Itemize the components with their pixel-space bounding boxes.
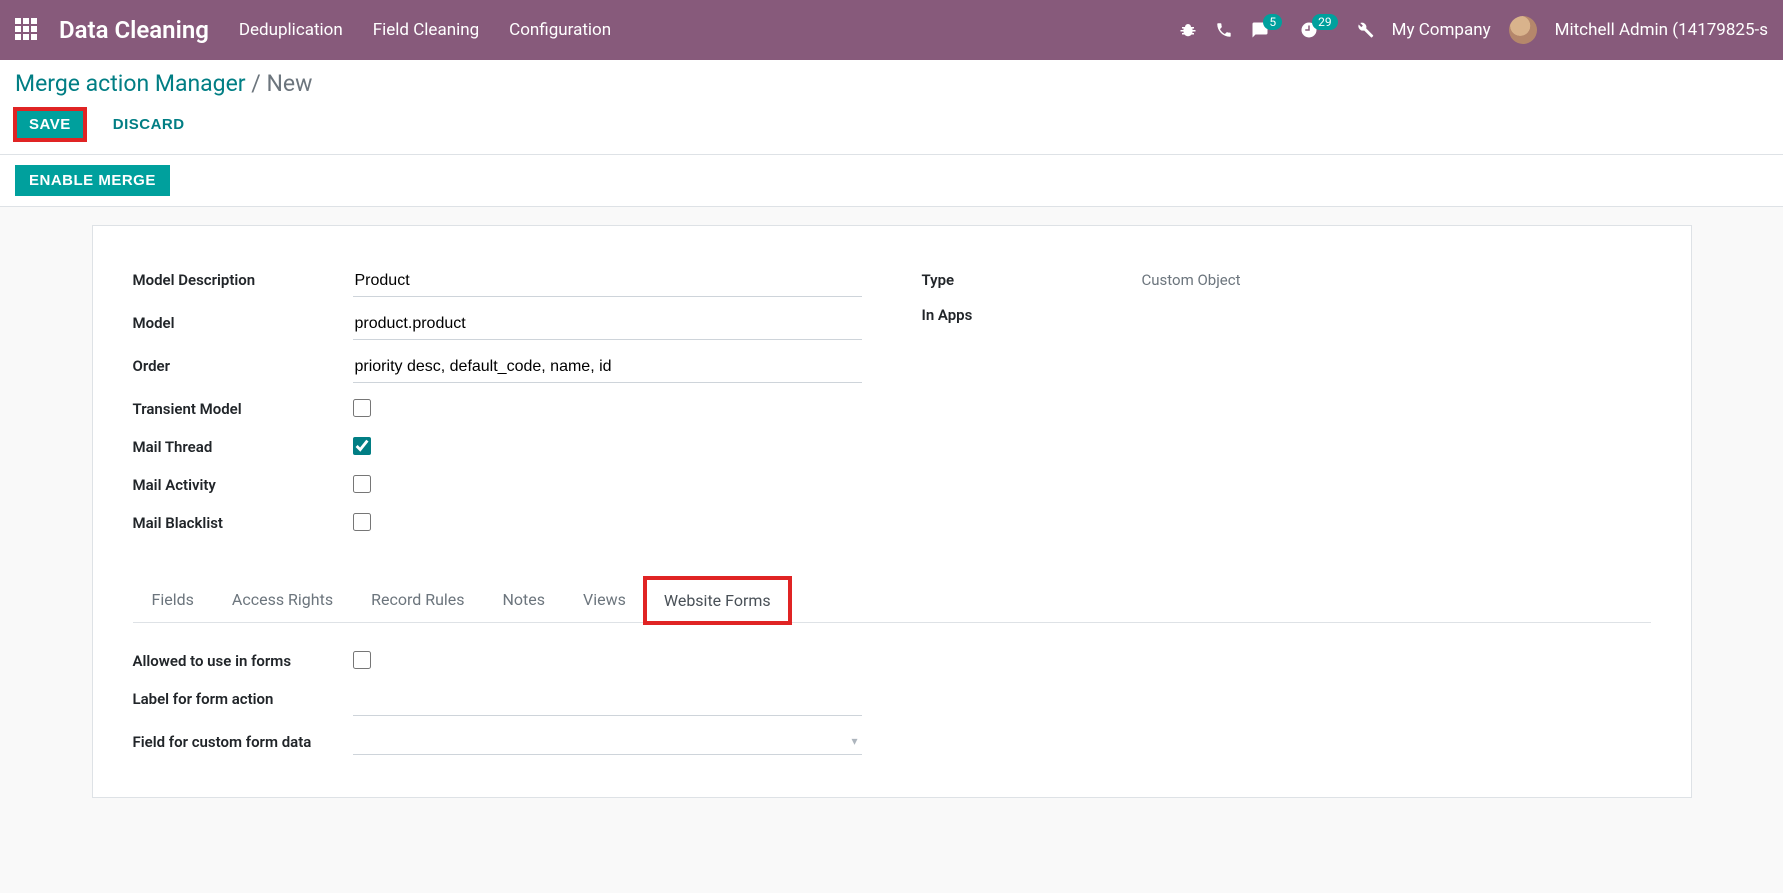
label-in-apps: In Apps — [922, 301, 1142, 324]
systray: 5 29 My Company Mitchell Admin (14179825… — [1179, 16, 1768, 44]
activities-icon[interactable]: 29 — [1300, 21, 1338, 39]
nav-field-cleaning[interactable]: Field Cleaning — [373, 20, 479, 40]
breadcrumb-root[interactable]: Merge action Manager — [15, 70, 246, 97]
tab-website-forms[interactable]: Website Forms — [645, 578, 790, 623]
input-order[interactable] — [353, 352, 862, 383]
label-field-custom-data: Field for custom form data — [133, 728, 353, 751]
tab-record-rules[interactable]: Record Rules — [352, 577, 483, 622]
save-button[interactable]: SAVE — [15, 109, 85, 140]
breadcrumb-current: New — [266, 70, 312, 97]
discard-button[interactable]: DISCARD — [99, 109, 199, 140]
nav-deduplication[interactable]: Deduplication — [239, 20, 343, 40]
tab-content-website-forms: Allowed to use in forms Label for form a… — [133, 623, 1651, 767]
messages-badge: 5 — [1263, 14, 1282, 30]
tabs: Fields Access Rights Record Rules Notes … — [133, 577, 1651, 623]
label-type: Type — [922, 266, 1142, 289]
tab-access-rights[interactable]: Access Rights — [213, 577, 352, 622]
enable-merge-button[interactable]: ENABLE MERGE — [15, 165, 170, 196]
checkbox-mail-blacklist[interactable] — [353, 513, 371, 531]
tools-icon[interactable] — [1356, 21, 1374, 39]
form-right-column: Type Custom Object In Apps — [922, 266, 1651, 547]
control-panel: Merge action Manager / New SAVE DISCARD — [0, 60, 1783, 155]
label-mail-thread: Mail Thread — [133, 433, 353, 456]
checkbox-mail-thread[interactable] — [353, 437, 371, 455]
status-bar: ENABLE MERGE — [0, 155, 1783, 207]
phone-icon[interactable] — [1215, 21, 1233, 39]
value-in-apps — [1142, 301, 1651, 306]
input-label-form-action[interactable] — [353, 685, 862, 716]
input-model[interactable] — [353, 309, 862, 340]
checkbox-allowed-in-forms[interactable] — [353, 651, 371, 669]
topbar: Data Cleaning Deduplication Field Cleani… — [0, 0, 1783, 60]
breadcrumb: Merge action Manager / New — [15, 70, 1768, 97]
tab-views[interactable]: Views — [564, 577, 645, 622]
input-model-description[interactable] — [353, 266, 862, 297]
label-model-description: Model Description — [133, 266, 353, 289]
nav-configuration[interactable]: Configuration — [509, 20, 611, 40]
label-model: Model — [133, 309, 353, 332]
user-name[interactable]: Mitchell Admin (14179825-s — [1555, 20, 1768, 40]
form-sheet: Model Description Model Order Transient … — [92, 225, 1692, 798]
company-name[interactable]: My Company — [1392, 20, 1491, 40]
tab-fields[interactable]: Fields — [133, 577, 213, 622]
top-nav: Deduplication Field Cleaning Configurati… — [239, 20, 611, 40]
form-wrapper: Model Description Model Order Transient … — [0, 207, 1783, 798]
label-mail-blacklist: Mail Blacklist — [133, 509, 353, 532]
messages-icon[interactable]: 5 — [1251, 21, 1282, 39]
checkbox-mail-activity[interactable] — [353, 475, 371, 493]
apps-icon[interactable] — [15, 18, 39, 42]
select-field-custom-data[interactable] — [353, 728, 862, 755]
tab-notes[interactable]: Notes — [484, 577, 565, 622]
label-form-action: Label for form action — [133, 685, 353, 708]
label-transient-model: Transient Model — [133, 395, 353, 418]
label-order: Order — [133, 352, 353, 375]
label-allowed-in-forms: Allowed to use in forms — [133, 647, 353, 670]
control-panel-buttons: SAVE DISCARD — [15, 109, 1768, 140]
app-brand[interactable]: Data Cleaning — [59, 16, 209, 44]
user-avatar[interactable] — [1509, 16, 1537, 44]
checkbox-transient-model[interactable] — [353, 399, 371, 417]
value-type: Custom Object — [1142, 266, 1651, 289]
activities-badge: 29 — [1312, 14, 1338, 30]
debug-icon[interactable] — [1179, 21, 1197, 39]
form-left-column: Model Description Model Order Transient … — [133, 266, 862, 547]
label-mail-activity: Mail Activity — [133, 471, 353, 494]
